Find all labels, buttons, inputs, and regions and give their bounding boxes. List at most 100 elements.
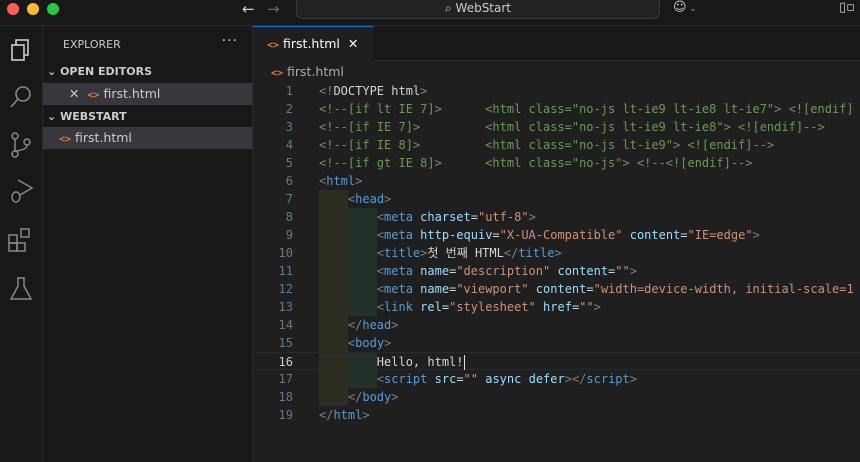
code-token: < xyxy=(376,372,385,386)
code-token: = xyxy=(470,210,478,224)
title-bar: ← → ⌕ WebStart ☺ ⌄ ▯▫ xyxy=(0,0,860,26)
copilot-icon[interactable]: ☺ ⌄ xyxy=(673,0,697,15)
code-token: = xyxy=(586,282,594,296)
code-token: src xyxy=(434,372,457,386)
code-line[interactable]: 4 <!--[if IE 8]> <html class="no-js lt-ie… xyxy=(253,136,860,154)
code-line[interactable]: 6 <html> xyxy=(253,172,860,190)
line-text: <meta charset="utf-8"> xyxy=(319,208,536,226)
code-line[interactable]: 14 </head> xyxy=(253,316,860,334)
code-line[interactable]: 17 <script src="" async defer></script> xyxy=(253,370,860,388)
more-actions-button[interactable]: ··· xyxy=(222,33,238,49)
code-token: > xyxy=(391,318,399,332)
code-token: < xyxy=(376,246,385,260)
line-text: </body> xyxy=(319,388,399,406)
line-text: <body> xyxy=(319,334,391,352)
source-control-icon[interactable] xyxy=(6,130,36,160)
code-line[interactable]: 10 <title>첫 번째 HTML</title> xyxy=(253,244,860,262)
tab-first-html[interactable]: <> first.html ✕ xyxy=(253,26,373,61)
line-text: <!--[if gt IE 8]> <html class="no-js"> <… xyxy=(319,154,753,172)
code-token: > xyxy=(384,192,392,206)
code-line[interactable]: 3 <!--[if IE 7]> <html class="no-js lt-ie… xyxy=(253,118,860,136)
code-token: "width=device-width, initial-scale=1 xyxy=(593,282,854,296)
run-debug-icon[interactable] xyxy=(6,176,36,206)
layout-icon[interactable]: ▯▫ xyxy=(839,0,855,15)
line-text: <!--[if IE 7]> <html class="no-js lt-ie9… xyxy=(319,118,825,136)
code-editor[interactable]: 1 <!DOCTYPE html> 2 <!--[if lt IE 7]> <html… xyxy=(253,82,860,424)
code-line[interactable]: 5 <!--[if gt IE 8]> <html class="no-js"> … xyxy=(253,154,860,172)
testing-flask-icon[interactable] xyxy=(6,274,36,304)
search-icon[interactable] xyxy=(6,82,36,112)
code-token: <!--[if IE 8]> <html class="no-js lt-ie9… xyxy=(319,138,775,152)
html-file-icon: <> xyxy=(267,40,280,51)
code-token: > xyxy=(554,246,562,260)
line-number: 9 xyxy=(285,228,293,242)
code-token: body xyxy=(355,336,385,350)
code-line[interactable]: 18 </body> xyxy=(253,388,860,406)
back-arrow-icon[interactable]: ← xyxy=(242,0,255,18)
line-text: </head> xyxy=(319,316,399,334)
code-line[interactable]: 16 Hello, html! xyxy=(253,352,860,371)
code-line[interactable]: 8 <meta charset="utf-8"> xyxy=(253,208,860,226)
code-token: "stylesheet" xyxy=(449,300,536,314)
extensions-icon[interactable] xyxy=(6,226,36,256)
line-number: 6 xyxy=(285,174,293,188)
code-line[interactable]: 9 <meta http-equiv="X-UA-Compatible" con… xyxy=(253,226,860,244)
tab-label: first.html xyxy=(283,36,340,51)
code-line[interactable]: 19 </html> xyxy=(253,406,860,424)
code-line[interactable]: 1 <!DOCTYPE html> xyxy=(253,82,860,100)
code-token: link xyxy=(384,300,413,314)
line-number: 13 xyxy=(278,300,293,314)
code-token: = xyxy=(456,372,464,386)
window-title: WebStart xyxy=(455,1,512,15)
line-text: </html> xyxy=(319,406,370,424)
code-token: = xyxy=(441,300,450,314)
open-editors-section[interactable]: ⌄ OPEN EDITORS xyxy=(43,62,252,82)
search-icon: ⌕ xyxy=(444,1,452,15)
line-text: <!--[if IE 8]> <html class="no-js lt-ie9… xyxy=(319,136,774,154)
code-line[interactable]: 13 <link rel="stylesheet" href=""> xyxy=(253,298,860,316)
code-token: content xyxy=(535,282,587,296)
code-token: < xyxy=(376,264,385,278)
code-token: <![endif]--> xyxy=(665,156,753,170)
code-token: 첫 번째 HTML xyxy=(427,246,504,260)
forward-arrow-icon[interactable]: → xyxy=(267,0,280,18)
explorer-icon[interactable] xyxy=(6,36,36,66)
code-token: > xyxy=(593,300,601,314)
close-window-button[interactable] xyxy=(7,3,19,15)
line-number: 15 xyxy=(278,336,293,350)
minimize-window-button[interactable] xyxy=(27,3,39,15)
breadcrumb[interactable]: <> first.html xyxy=(271,64,344,79)
code-token: "" xyxy=(463,372,478,386)
close-tab-icon[interactable]: ✕ xyxy=(348,36,358,51)
line-text: <!DOCTYPE html> xyxy=(319,82,427,100)
code-line[interactable]: 15 <body> xyxy=(253,334,860,352)
code-token: content xyxy=(629,228,681,242)
code-token: = xyxy=(492,228,500,242)
code-token: <!--[if IE 7]> <html class="no-js lt-ie9… xyxy=(319,120,825,134)
code-line[interactable]: 7 <head> xyxy=(253,190,860,208)
line-number: 1 xyxy=(285,84,293,98)
webstart-section[interactable]: ⌄ WEBSTART xyxy=(43,107,252,127)
chevron-down-icon: ⌄ xyxy=(47,65,57,78)
code-line[interactable]: 11 <meta name="description" content=""> xyxy=(253,262,860,280)
code-token: < xyxy=(376,282,385,296)
file-tree-item[interactable]: <> first.html xyxy=(43,127,252,149)
command-center-search[interactable]: ⌕ WebStart xyxy=(296,0,660,19)
code-token: head xyxy=(355,192,385,206)
line-number: 16 xyxy=(278,355,293,369)
code-token: </ xyxy=(319,408,334,422)
code-line[interactable]: 2 <!--[if lt IE 7]> <html class="no-js lt… xyxy=(253,100,860,118)
maximize-window-button[interactable] xyxy=(47,3,59,15)
open-editor-item[interactable]: ✕ <> first.html xyxy=(43,83,252,105)
code-line[interactable]: 12 <meta name="viewport" content="width=… xyxy=(253,280,860,298)
close-icon[interactable]: ✕ xyxy=(69,86,79,101)
code-token: head xyxy=(362,318,392,332)
line-number: 17 xyxy=(278,372,293,386)
html-file-icon: <> xyxy=(87,90,100,101)
